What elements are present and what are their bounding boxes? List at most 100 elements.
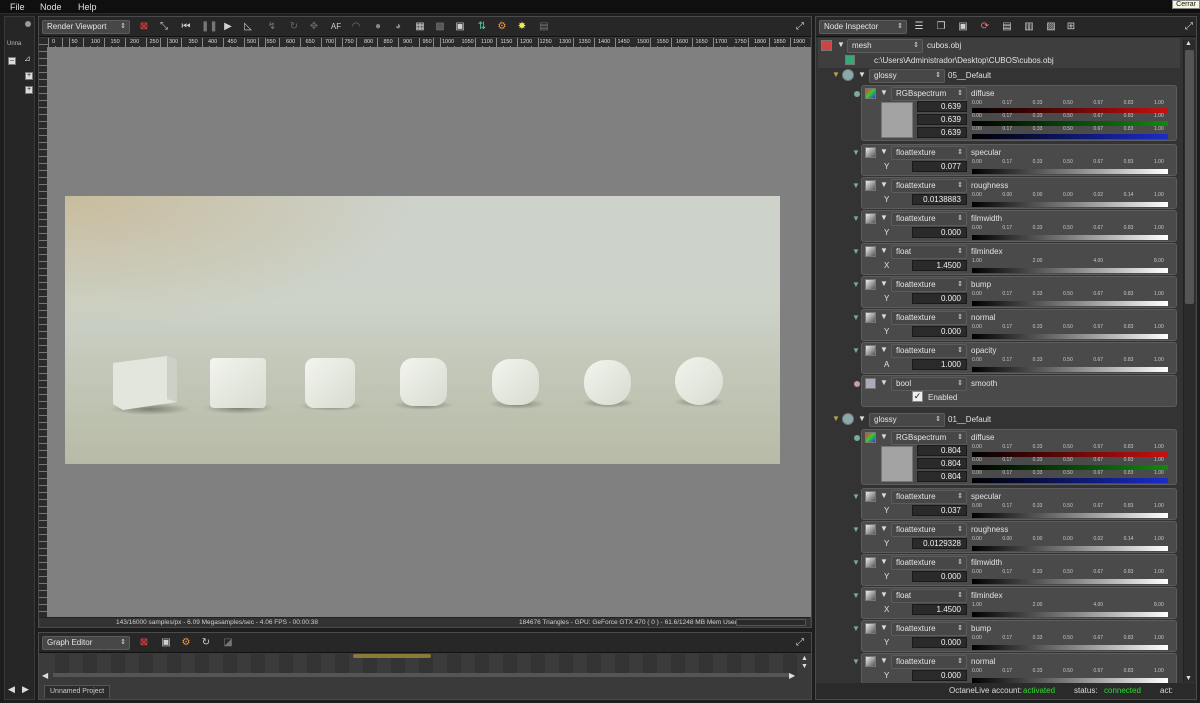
render-image[interactable] (65, 196, 780, 464)
outliner-tab[interactable]: Unna (7, 41, 21, 47)
parameter-slider[interactable] (972, 334, 1168, 339)
reset-icon[interactable]: ⤡ (157, 20, 171, 34)
window-icon[interactable]: ❐ (934, 20, 948, 34)
parameter-slider[interactable] (972, 367, 1168, 372)
collapse-arrow-icon[interactable]: ▼ (880, 246, 888, 255)
texture-type-combo[interactable]: floattexture ⇕ (891, 344, 967, 358)
texture-type-combo[interactable]: floattexture ⇕ (891, 179, 967, 193)
pause-icon[interactable]: ❚❚ (201, 20, 218, 34)
collapse-arrow-icon[interactable]: ▼ (880, 590, 888, 599)
rgb-type-combo[interactable]: RGBspectrum ⇕ (891, 87, 967, 101)
collapse-arrow-icon[interactable]: ▼ (880, 88, 888, 97)
save-icon[interactable]: ▣ (159, 636, 173, 650)
graph-combo[interactable]: Graph Editor ⇕ (42, 636, 130, 650)
parameter-value[interactable]: 0.000 (912, 326, 967, 337)
material-arrow-icon[interactable]: ▼ (832, 70, 840, 79)
link-arrow-icon[interactable]: ▼ (852, 346, 860, 355)
parameter-slider[interactable] (972, 169, 1168, 174)
graph-scrollbar[interactable] (53, 673, 789, 677)
project-tab[interactable]: Unnamed Project (44, 685, 110, 698)
color-swatch[interactable] (881, 102, 913, 138)
link-arrow-icon[interactable]: ▼ (852, 313, 860, 322)
collapse-arrow-icon[interactable]: ▼ (880, 623, 888, 632)
inspector-scrollbar[interactable]: ▲ ▼ (1183, 40, 1195, 682)
pin-icon[interactable] (854, 381, 860, 387)
link-arrow-icon[interactable]: ▼ (852, 280, 860, 289)
panel-dot-icon[interactable] (25, 21, 31, 27)
parameter-value[interactable]: 0.000 (912, 571, 967, 582)
refresh-icon[interactable]: ↻ (199, 636, 213, 650)
parameter-slider[interactable] (972, 202, 1168, 207)
rgb-type-combo[interactable]: RGBspectrum ⇕ (891, 431, 967, 445)
rotate-icon[interactable]: ↻ (287, 20, 301, 34)
camera-icon[interactable]: ◠ (349, 20, 363, 34)
collapse-arrow-icon[interactable]: ▼ (837, 40, 845, 49)
texture-type-combo[interactable]: floattexture ⇕ (891, 311, 967, 325)
graph-node[interactable] (353, 654, 431, 658)
pin-icon[interactable] (854, 91, 860, 97)
collapse-arrow-icon[interactable]: ▼ (880, 656, 888, 665)
collapse-arrow-icon[interactable]: ▼ (880, 147, 888, 156)
parameter-slider[interactable] (972, 612, 1168, 617)
collapse-arrow-icon[interactable]: ▼ (880, 491, 888, 500)
expand-all-icon[interactable]: ⊞ (1064, 20, 1078, 34)
parameter-value[interactable]: 0.077 (912, 161, 967, 172)
play-icon[interactable]: ▶ (221, 20, 235, 34)
texture-type-combo[interactable]: floattexture ⇕ (891, 146, 967, 160)
link-arrow-icon[interactable]: ▼ (852, 525, 860, 534)
material-type-combo[interactable]: glossy ⇕ (869, 413, 945, 427)
stop-render-icon[interactable]: ⊠ (137, 20, 151, 34)
region-icon[interactable]: ▦ (413, 20, 427, 34)
parameter-value[interactable]: 1.4500 (912, 260, 967, 271)
layout-icon[interactable]: ◪ (221, 636, 235, 650)
delete-node-icon[interactable]: ⊠ (137, 636, 151, 650)
collapse-arrow-icon[interactable]: ▼ (858, 414, 866, 423)
grid-icon[interactable]: ▣ (453, 20, 467, 34)
lock-icon[interactable]: ⚙ (495, 20, 509, 34)
parameter-value[interactable]: 0.000 (912, 637, 967, 648)
channel-slider[interactable] (972, 478, 1168, 483)
list-icon[interactable]: ☰ (912, 20, 926, 34)
channel-value[interactable]: 0.804 (917, 458, 967, 469)
parameter-value[interactable]: 0.000 (912, 293, 967, 304)
parameter-value[interactable]: 1.000 (912, 359, 967, 370)
scroll-left-icon[interactable]: ◀ (8, 684, 15, 695)
channel-slider[interactable] (972, 134, 1168, 139)
parameter-value[interactable]: 0.037 (912, 505, 967, 516)
menu-file[interactable]: File (10, 2, 25, 12)
link-arrow-icon[interactable]: ▼ (852, 492, 860, 501)
checker-icon[interactable]: ▩ (433, 20, 447, 34)
collapse-arrow-icon[interactable]: ▼ (880, 180, 888, 189)
maximize-icon[interactable]: ⤢ (1182, 20, 1196, 34)
mesh-type-combo[interactable]: mesh ⇕ (847, 39, 923, 53)
parameter-slider[interactable] (972, 546, 1168, 551)
lens-icon[interactable]: ▤ (537, 20, 551, 34)
link-arrow-icon[interactable]: ▼ (852, 657, 860, 666)
texture-type-combo[interactable]: floattexture ⇕ (891, 490, 967, 504)
link-arrow-icon[interactable]: ▼ (852, 148, 860, 157)
texture-type-combo[interactable]: float ⇕ (891, 589, 967, 603)
channel-value[interactable]: 0.639 (917, 127, 967, 138)
texture-type-combo[interactable]: float ⇕ (891, 245, 967, 259)
texture-type-combo[interactable]: floattexture ⇕ (891, 212, 967, 226)
parameter-slider[interactable] (972, 268, 1168, 273)
panel-icon[interactable]: ▥ (1022, 20, 1036, 34)
parameter-value[interactable]: 0.000 (912, 227, 967, 238)
menu-help[interactable]: Help (78, 2, 97, 12)
menu-node[interactable]: Node (40, 2, 62, 12)
node-icon[interactable]: ⟳ (978, 20, 992, 34)
parameter-slider[interactable] (972, 513, 1168, 518)
expand-icon[interactable]: + (25, 86, 33, 94)
parameter-slider[interactable] (972, 579, 1168, 584)
parameter-slider[interactable] (972, 645, 1168, 650)
link-arrow-icon[interactable]: ▼ (852, 558, 860, 567)
parameter-value[interactable]: 0.0138883 (912, 194, 967, 205)
collapse-arrow-icon[interactable]: ▼ (880, 279, 888, 288)
texture-type-combo[interactable]: floattexture ⇕ (891, 655, 967, 669)
collapse-arrow-icon[interactable]: ▼ (880, 213, 888, 222)
channel-value[interactable]: 0.804 (917, 471, 967, 482)
viewport-combo[interactable]: Render Viewport ⇕ (42, 20, 130, 34)
star-icon[interactable]: ✸ (515, 20, 529, 34)
autofocus-button[interactable]: AF (329, 20, 343, 34)
parameter-value[interactable]: 1.4500 (912, 604, 967, 615)
